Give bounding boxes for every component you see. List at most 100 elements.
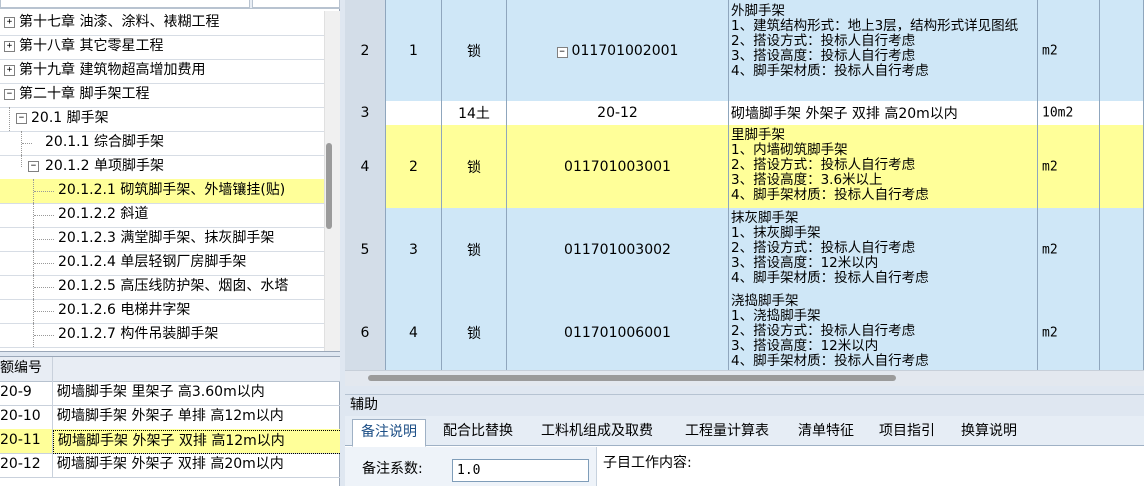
left-top-field[interactable]	[0, 0, 250, 8]
row-number-cell[interactable]: 6	[345, 291, 386, 370]
unit-cell[interactable]: m2	[1038, 0, 1100, 101]
seq-cell[interactable]: 4	[386, 291, 442, 370]
quota-name: 砌墙脚手架 外架子 双排 高20m以内	[57, 456, 284, 472]
description-cell[interactable]: 抹灰脚手架 1、抹灰脚手架 2、搭设方式：投标人自行考虑 3、搭设高度：12米以…	[729, 208, 1038, 291]
factor-label: 备注系数:	[362, 461, 423, 477]
tree-item-20-1-2-6[interactable]: 20.1.2.6 电梯井字架	[0, 299, 324, 324]
table-row[interactable]: 20-9 砌墙脚手架 里架子 高3.60m以内	[0, 381, 340, 406]
tree-item-chapter-18[interactable]: + 第十八章 其它零星工程	[0, 35, 324, 60]
collapse-icon[interactable]: −	[28, 161, 39, 172]
seq-cell[interactable]: 1	[386, 0, 442, 101]
seq-cell[interactable]	[386, 101, 442, 125]
tree-item-label: 20.1.1 综合脚手架	[45, 134, 164, 150]
kind-cell[interactable]: 锁	[442, 208, 507, 291]
extra-cell[interactable]	[1100, 125, 1144, 208]
item-code: 011701002001	[571, 42, 679, 59]
description-cell[interactable]: 砌墙脚手架 外架子 双排 高20m以内	[729, 101, 1038, 125]
tree-item-label: 20.1.2.4 单层轻钢厂房脚手架	[58, 254, 247, 270]
tree-item-label: 20.1.2.1 砌筑脚手架、外墙镶挂(贴)	[58, 182, 286, 198]
tab-mix-replace[interactable]: 配合比替换	[443, 419, 513, 445]
tab-remarks[interactable]: 备注说明	[352, 419, 426, 447]
tab-conversion-notes[interactable]: 换算说明	[961, 419, 1017, 445]
code-cell[interactable]: −011701002001	[507, 0, 729, 101]
tree-item-20-1-2[interactable]: − 20.1.2 单项脚手架	[0, 155, 324, 180]
description-cell[interactable]: 浇捣脚手架 1、浇捣脚手架 2、搭设方式：投标人自行考虑 3、搭设高度：12米以…	[729, 291, 1038, 370]
unit-cell[interactable]: m2	[1038, 208, 1100, 291]
tree-item-20-1-2-2[interactable]: 20.1.2.2 斜道	[0, 203, 324, 228]
kind-cell[interactable]: 锁	[442, 0, 507, 101]
row-number-cell[interactable]: 3	[345, 101, 386, 125]
tree-item-label: 20.1.2.3 满堂脚手架、抹灰脚手架	[58, 230, 275, 246]
row-number-cell[interactable]: 5	[345, 208, 386, 291]
item-description: 外脚手架 1、建筑结构形式：地上3层，结构形式详见图纸 2、搭设方式：投标人自行…	[731, 3, 1019, 79]
code-cell[interactable]: 20-12	[507, 101, 729, 125]
extra-cell[interactable]	[1100, 291, 1144, 370]
table-row[interactable]: 20-10 砌墙脚手架 外架子 单排 高12m以内	[0, 405, 340, 430]
tree-connector	[9, 107, 10, 131]
left-top-button[interactable]	[252, 0, 340, 8]
unit-cell[interactable]: m2	[1038, 125, 1100, 208]
code-cell[interactable]: 011701003002	[507, 208, 729, 291]
grid-row-6[interactable]: 6 4 锁 011701006001 浇捣脚手架 1、浇捣脚手架 2、搭设方式：…	[345, 291, 1144, 370]
expand-icon[interactable]: +	[4, 65, 15, 76]
kind-cell[interactable]: 14土	[442, 101, 507, 125]
tree-item-20-1[interactable]: − 20.1 脚手架	[0, 107, 324, 132]
tree-connector	[22, 143, 32, 144]
expand-icon[interactable]: +	[4, 17, 15, 28]
code-cell[interactable]: 011701006001	[507, 291, 729, 370]
tab-bill-features[interactable]: 清单特征	[798, 419, 854, 445]
grid-row-2[interactable]: 2 1 锁 −011701002001 外脚手架 1、建筑结构形式：地上3层，结…	[345, 0, 1144, 102]
aux-panel-title: 辅助	[345, 394, 1144, 416]
grid-scroll-thumb[interactable]	[368, 375, 896, 381]
item-description: 砌墙脚手架 外架子 双排 高20m以内	[731, 106, 958, 122]
tab-quantity-calc[interactable]: 工程量计算表	[685, 419, 769, 445]
description-cell[interactable]: 外脚手架 1、建筑结构形式：地上3层，结构形式详见图纸 2、搭设方式：投标人自行…	[729, 0, 1038, 101]
code-cell[interactable]: 011701003001	[507, 125, 729, 208]
tree-item-20-1-2-3[interactable]: 20.1.2.3 满堂脚手架、抹灰脚手架	[0, 227, 324, 252]
row-number-cell[interactable]: 4	[345, 125, 386, 208]
tree-item-20-1-1[interactable]: 20.1.1 综合脚手架	[0, 131, 324, 156]
table-row[interactable]: 20-12 砌墙脚手架 外架子 双排 高20m以内	[0, 453, 340, 478]
collapse-icon[interactable]: −	[556, 46, 568, 58]
grid-row-4[interactable]: 4 2 锁 011701003001 里脚手架 1、内墙砌筑脚手架 2、搭设方式…	[345, 125, 1144, 209]
collapse-icon[interactable]: −	[4, 89, 15, 100]
collapse-icon[interactable]: −	[16, 113, 27, 124]
tree-item-20-1-2-4[interactable]: 20.1.2.4 单层轻钢厂房脚手架	[0, 251, 324, 276]
expand-icon[interactable]: +	[4, 41, 15, 52]
quota-name: 砌墙脚手架 里架子 高3.60m以内	[57, 384, 265, 400]
column-header-code[interactable]: 额编号	[0, 357, 53, 381]
grid-row-3[interactable]: 3 14土 20-12 砌墙脚手架 外架子 双排 高20m以内 10m2	[345, 101, 1144, 126]
tree-item-20-1-2-5[interactable]: 20.1.2.5 高压线防护架、烟囱、水塔	[0, 275, 324, 300]
extra-cell[interactable]	[1100, 0, 1144, 101]
seq-cell[interactable]: 2	[386, 125, 442, 208]
row-number-cell[interactable]: 2	[345, 0, 386, 101]
grid-row-5[interactable]: 5 3 锁 011701003002 抹灰脚手架 1、抹灰脚手架 2、搭设方式：…	[345, 208, 1144, 292]
extra-cell[interactable]	[1100, 208, 1144, 291]
seq-cell[interactable]: 3	[386, 208, 442, 291]
tree-item-20-1-2-7[interactable]: 20.1.2.7 构件吊装脚手架	[0, 323, 324, 348]
tree-scroll-thumb[interactable]	[326, 143, 332, 229]
tree-connector	[34, 191, 54, 192]
tab-resource-composition[interactable]: 工料机组成及取费	[541, 419, 653, 445]
kind-cell[interactable]: 锁	[442, 125, 507, 208]
tree-item-chapter-17[interactable]: + 第十七章 油漆、涂料、裱糊工程	[0, 11, 324, 36]
unit-cell[interactable]: 10m2	[1038, 101, 1100, 125]
tab-item-guide[interactable]: 项目指引	[879, 419, 935, 445]
table-row-selected[interactable]: 20-11 砌墙脚手架 外架子 双排 高12m以内	[0, 429, 340, 454]
item-description: 抹灰脚手架 1、抹灰脚手架 2、搭设方式：投标人自行考虑 3、搭设高度：12米以…	[731, 210, 929, 286]
factor-input[interactable]: 1.0	[452, 459, 589, 482]
tree-item-chapter-20[interactable]: − 第二十章 脚手架工程	[0, 83, 324, 108]
item-code: 011701006001	[564, 324, 671, 341]
extra-cell[interactable]	[1100, 101, 1144, 125]
unit-cell[interactable]: m2	[1038, 291, 1100, 370]
kind-cell[interactable]: 锁	[442, 291, 507, 370]
tree-item-label: 第十七章 油漆、涂料、裱糊工程	[19, 14, 220, 30]
tree-item-20-1-2-1[interactable]: 20.1.2.1 砌筑脚手架、外墙镶挂(贴)	[0, 179, 324, 204]
quota-table: 额编号 20-9 砌墙脚手架 里架子 高3.60m以内 20-10 砌墙脚手架 …	[0, 357, 340, 486]
description-cell[interactable]: 里脚手架 1、内墙砌筑脚手架 2、搭设方式：投标人自行考虑 3、搭设高度：3.6…	[729, 125, 1038, 208]
item-description: 里脚手架 1、内墙砌筑脚手架 2、搭设方式：投标人自行考虑 3、搭设高度：3.6…	[731, 127, 929, 203]
tree-item-chapter-19[interactable]: + 第十九章 建筑物超高增加费用	[0, 59, 324, 84]
quota-code: 20-12	[0, 453, 53, 477]
tree-connector	[34, 239, 54, 240]
panel-splitter[interactable]	[345, 386, 1144, 394]
